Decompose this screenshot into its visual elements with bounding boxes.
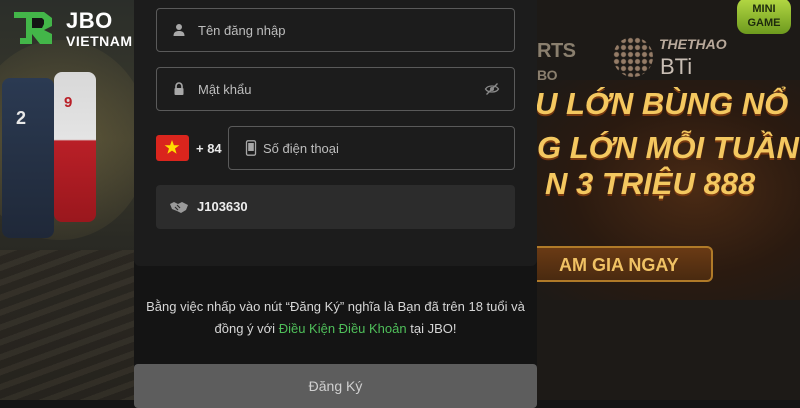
promo-headline-2: G LỚN MỖI TUẦN xyxy=(537,130,799,165)
sports-brand-logo: RTS BO xyxy=(537,40,576,86)
player-figure: 9 xyxy=(54,72,96,222)
password-field[interactable]: Mật khẩu xyxy=(156,67,515,111)
jbo-logo-mark-icon xyxy=(14,12,52,44)
promo-join-button[interactable]: AM GIA NGAY xyxy=(537,246,713,282)
jbo-logo[interactable]: JBO VIETNAM xyxy=(10,8,150,48)
sports-brand-text: RTS xyxy=(537,40,576,62)
country-code: + 84 xyxy=(196,141,222,156)
terms-line-1: Bằng việc nhấp vào nút “Đăng Ký” nghĩa l… xyxy=(146,299,525,314)
registration-form: Tên đăng nhập Mật khẩu + 84 Số điện thoạ… xyxy=(134,0,537,266)
player-number: 9 xyxy=(64,94,73,111)
railway-track xyxy=(0,250,134,400)
minigame-badge[interactable]: MINI GAME xyxy=(737,0,791,34)
phone-field[interactable]: Số điện thoại xyxy=(228,126,515,170)
terms-prefix: đồng ý với xyxy=(214,321,276,336)
password-placeholder: Mật khẩu xyxy=(198,82,252,97)
terms-suffix: tại JBO! xyxy=(410,321,457,336)
lock-icon xyxy=(174,82,184,95)
referral-code-value: J103630 xyxy=(197,199,248,214)
sports-brand-sub-text: BO xyxy=(537,67,558,83)
username-placeholder: Tên đăng nhập xyxy=(198,23,286,38)
right-promo-banner: RTS BO THETHAO BTi MINI GAME U LỚN BÙNG … xyxy=(537,0,800,400)
referral-code-field[interactable]: J103630 xyxy=(156,185,515,229)
terms-conditions-link[interactable]: Điều Kiện Điều Khoản xyxy=(279,321,407,336)
bti-brand: BTi xyxy=(660,54,693,79)
promo-headline-1: U LỚN BÙNG NỔ xyxy=(537,86,789,121)
left-background-banner: 2 9 xyxy=(0,0,134,400)
thethao-brand: THETHAO xyxy=(659,36,727,52)
logo-text-jbo: JBO xyxy=(66,8,113,33)
country-code-selector[interactable]: + 84 xyxy=(156,135,226,163)
terms-line-2: đồng ý với Điều Kiện Điều Khoản tại JBO! xyxy=(134,318,537,340)
handshake-icon xyxy=(170,202,188,213)
vietnam-flag-icon xyxy=(156,135,189,161)
promo-headline-3: N 3 TRIỆU 888 xyxy=(545,166,756,201)
phone-icon xyxy=(245,140,257,156)
eye-slash-icon[interactable] xyxy=(484,81,500,97)
user-icon xyxy=(173,24,185,36)
bti-dots-icon xyxy=(613,37,653,77)
phone-placeholder: Số điện thoại xyxy=(263,141,339,156)
registration-panel: Tên đăng nhập Mật khẩu + 84 Số điện thoạ… xyxy=(134,0,537,408)
player-figure: 2 xyxy=(2,78,54,238)
logo-text-vietnam: VIETNAM xyxy=(66,33,133,49)
terms-notice: Bằng việc nhấp vào nút “Đăng Ký” nghĩa l… xyxy=(134,296,537,340)
register-button[interactable]: Đăng Ký xyxy=(134,364,537,408)
username-field[interactable]: Tên đăng nhập xyxy=(156,8,515,52)
player-number: 2 xyxy=(16,108,27,128)
